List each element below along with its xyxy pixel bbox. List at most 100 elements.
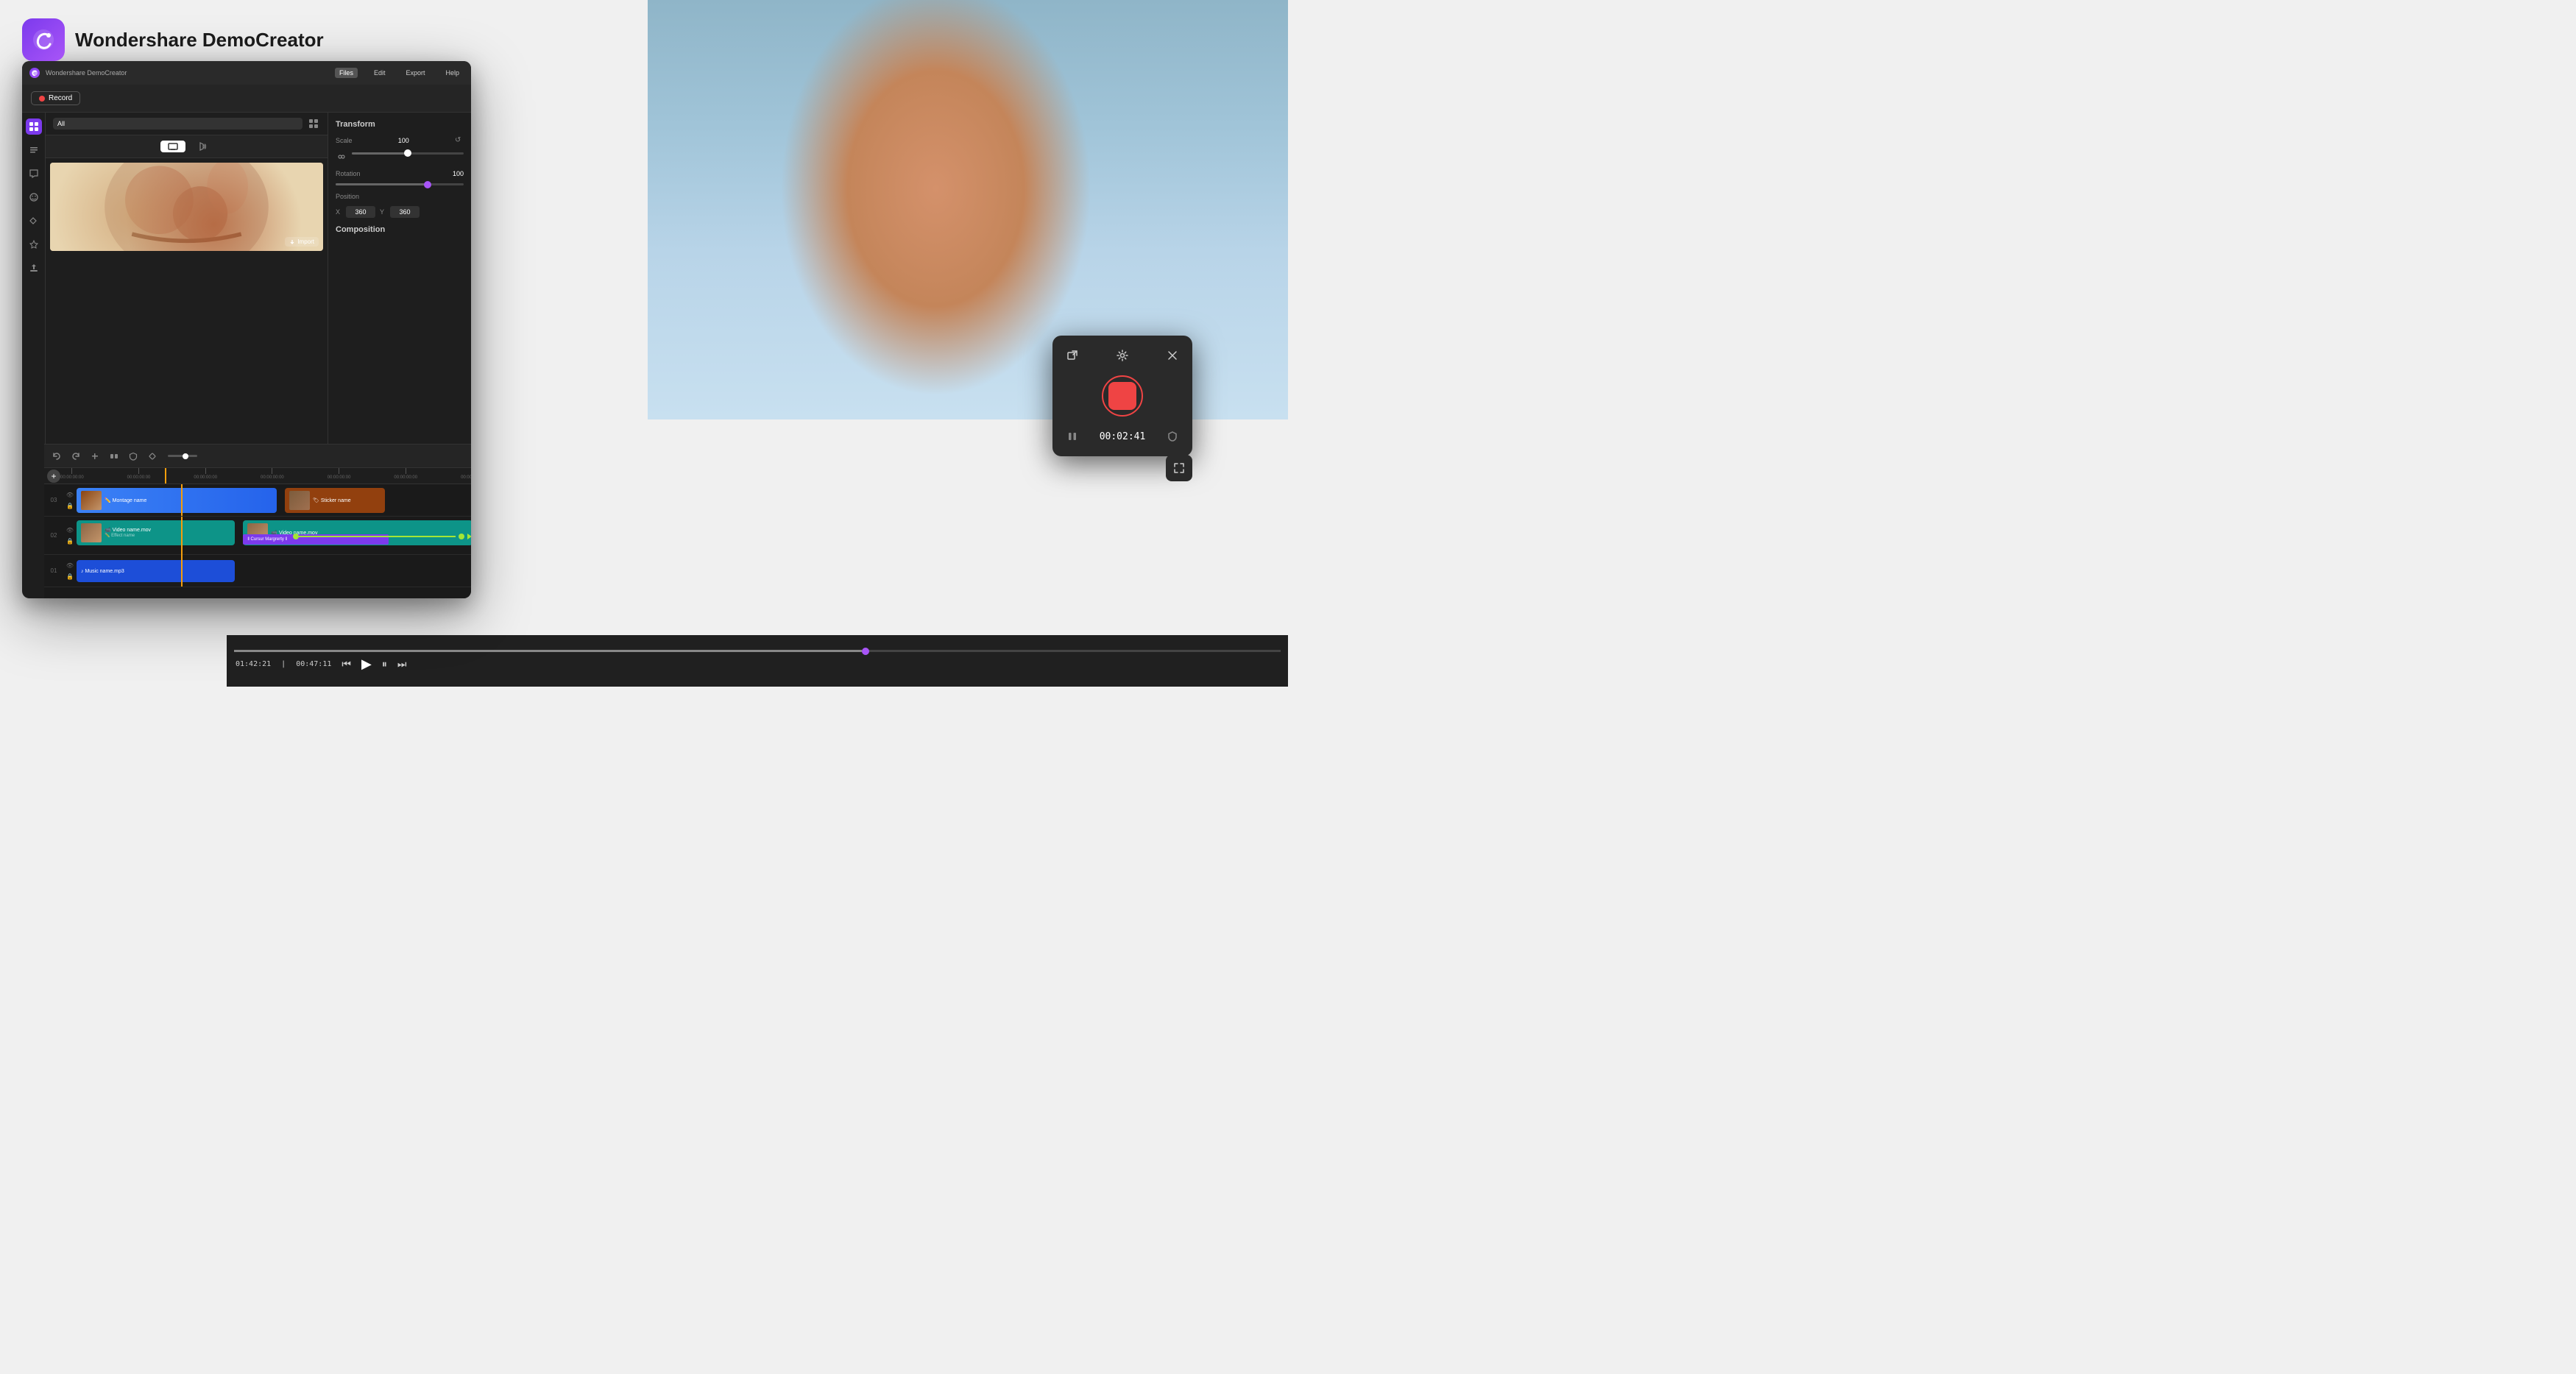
undo-button[interactable] xyxy=(50,450,63,463)
position-y-input[interactable] xyxy=(390,206,420,218)
rotation-label: Rotation xyxy=(336,170,361,177)
timeline-area: 🎙 + 00:00:00:00 00:00:00:00 00:00:0 xyxy=(44,444,471,598)
position-label: Position xyxy=(336,193,359,200)
record-dot xyxy=(39,96,45,102)
ruler-tick-0: 00:00:00:00 xyxy=(60,468,84,480)
sidebar-emoji-icon[interactable] xyxy=(26,189,42,205)
player-time-separator: | xyxy=(281,660,286,668)
rec-record-button[interactable] xyxy=(1102,375,1143,417)
preview-tabs xyxy=(46,135,328,158)
position-y-label: Y xyxy=(380,208,386,216)
position-x-input[interactable] xyxy=(346,206,375,218)
montage-clip[interactable]: ✏️ Montage name xyxy=(77,488,277,513)
app-window: Wondershare DemoCreator Files Edit Expor… xyxy=(22,61,471,598)
track-label-02: 02 xyxy=(44,532,63,539)
nav-help[interactable]: Help xyxy=(441,68,464,78)
sidebar-text-icon[interactable] xyxy=(26,142,42,158)
track-lock-02[interactable]: 🔒 xyxy=(66,537,74,545)
sidebar-effects-icon[interactable] xyxy=(26,236,42,252)
app-toolbar: Record xyxy=(22,85,471,113)
rec-close-button[interactable] xyxy=(1163,346,1182,365)
ruler-tick-6: 00:00:00:00 xyxy=(461,468,471,480)
rec-pause-button[interactable] xyxy=(1063,427,1082,446)
track-lock-03[interactable]: 🔒 xyxy=(66,501,74,510)
record-button[interactable]: Record xyxy=(31,91,80,105)
player-prev-button[interactable]: ⏮ xyxy=(342,658,351,670)
track-eye-03[interactable]: 👁 xyxy=(66,490,74,499)
track-eye-01[interactable]: 👁 xyxy=(66,561,74,570)
track-content-01: ♪ Music name.mp3 xyxy=(77,555,471,587)
player-play-button[interactable]: ▶ xyxy=(361,656,372,672)
rec-settings-button[interactable] xyxy=(1113,346,1132,365)
shield-button[interactable] xyxy=(127,450,140,463)
scale-value: 100 xyxy=(398,137,409,144)
record-label: Record xyxy=(49,94,72,102)
player-time-total: 00:47:11 xyxy=(296,660,331,668)
scale-link-icon xyxy=(336,151,347,163)
nav-export[interactable]: Export xyxy=(401,68,429,78)
files-header: All Video Audio Image xyxy=(46,113,328,135)
files-panel: All Video Audio Image xyxy=(46,113,328,473)
add-track-button[interactable]: + xyxy=(47,470,60,483)
rotation-value: 100 xyxy=(453,170,464,177)
app-logo-icon xyxy=(22,18,65,61)
video-clip-1[interactable]: 📹 Video name.mov ✏️ Effect name xyxy=(77,520,235,545)
sidebar-chat-icon[interactable] xyxy=(26,166,42,182)
scale-label: Scale xyxy=(336,137,353,144)
redo-button[interactable] xyxy=(69,450,82,463)
files-dropdown[interactable]: All Video Audio Image xyxy=(53,118,302,130)
player-progress[interactable] xyxy=(234,650,1281,652)
track-lock-01[interactable]: 🔒 xyxy=(66,572,74,581)
sidebar-transitions-icon[interactable] xyxy=(26,213,42,229)
player-pause-button[interactable]: ⏸ xyxy=(382,658,387,670)
track-controls-03: 👁 🔒 xyxy=(63,490,77,510)
ruler-tick-2: 00:00:00:00 xyxy=(194,468,217,480)
montage-thumb xyxy=(81,491,102,510)
motion-dot-start xyxy=(293,534,299,539)
preview-tab-audio[interactable] xyxy=(190,139,213,154)
crop-button[interactable] xyxy=(88,450,102,463)
logo-area: Wondershare DemoCreator xyxy=(22,18,324,61)
composition-title: Composition xyxy=(336,225,464,234)
track-row-02: 02 👁 🔒 📹 Video name.mov xyxy=(44,517,471,555)
player-next-button[interactable]: ⏭ xyxy=(397,658,407,670)
rec-external-link-button[interactable] xyxy=(1063,346,1082,365)
music-clip[interactable]: ♪ Music name.mp3 xyxy=(77,560,235,582)
motion-dot-mid xyxy=(459,534,464,539)
timeline-toolbar: 🎙 xyxy=(44,445,471,468)
timeline-ruler: + 00:00:00:00 00:00:00:00 00:00:00:00 xyxy=(44,468,471,484)
player-progress-fill xyxy=(234,650,862,652)
rec-shield-button[interactable] xyxy=(1163,427,1182,446)
preview-tab-screen[interactable] xyxy=(160,141,185,152)
transform-title: Transform xyxy=(336,120,464,129)
timeline-playhead[interactable] xyxy=(165,468,166,484)
keyframe-button[interactable] xyxy=(146,450,159,463)
zoom-slider[interactable] xyxy=(168,455,197,457)
scale-reset-button[interactable]: ↺ xyxy=(455,136,464,145)
import-button[interactable]: Import xyxy=(285,237,319,247)
scale-slider[interactable] xyxy=(352,152,464,155)
nav-files[interactable]: Files xyxy=(335,68,358,78)
rotation-slider[interactable] xyxy=(336,183,464,185)
rec-fullscreen-button[interactable] xyxy=(1166,455,1192,481)
recording-widget: 00:02:41 xyxy=(1052,336,1192,456)
split-button[interactable] xyxy=(107,450,121,463)
sidebar-files-icon[interactable] xyxy=(26,118,42,135)
sidebar-export-icon[interactable] xyxy=(26,260,42,276)
track-content-02: 📹 Video name.mov ✏️ Effect name 📹 Video … xyxy=(77,517,471,555)
properties-panel: Transform Scale 100 ↺ xyxy=(328,113,471,473)
rec-bottom-row: 00:02:41 xyxy=(1063,427,1182,446)
position-x-label: X xyxy=(336,208,342,216)
montage-info: ✏️ Montage name xyxy=(105,497,146,503)
app-title: Wondershare DemoCreator xyxy=(75,29,324,52)
ruler-tick-3: 00:00:00:00 xyxy=(261,468,284,480)
player-controls: 01:42:21 | 00:47:11 ⏮ ▶ ⏸ ⏭ xyxy=(227,656,1288,672)
ruler-tick-4: 00:00:00:00 xyxy=(328,468,351,480)
tracks-container: 03 👁 🔒 ✏️ Montage name xyxy=(44,484,471,587)
sticker-clip[interactable]: 🏷 Sticker name xyxy=(285,488,385,513)
rec-top-row xyxy=(1063,346,1182,365)
motion-path xyxy=(293,536,471,537)
track-eye-02[interactable]: 👁 xyxy=(66,525,74,534)
nav-edit[interactable]: Edit xyxy=(369,68,390,78)
grid-view-button[interactable] xyxy=(307,117,320,130)
